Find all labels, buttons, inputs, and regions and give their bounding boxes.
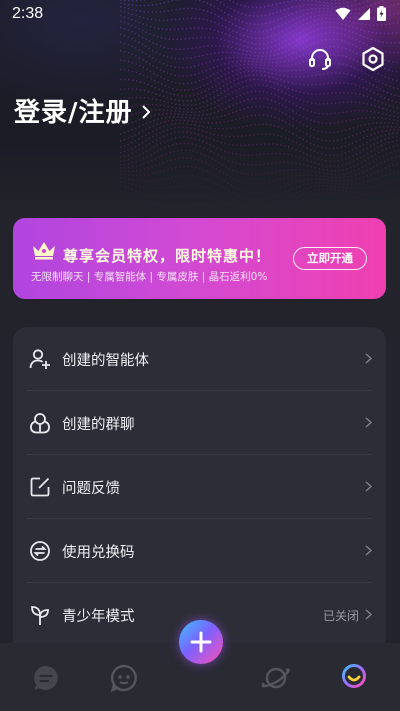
exchange-icon (30, 541, 50, 561)
menu-item-created-groups[interactable]: 创建的群聊 (13, 391, 386, 455)
chevron-right-icon (365, 481, 372, 492)
battery-icon (377, 6, 386, 21)
vip-title: 尊享会员特权，限时特惠中！ (63, 247, 272, 265)
settings-icon[interactable] (360, 46, 386, 72)
tab-me-icon[interactable] (339, 663, 369, 693)
add-person-icon (29, 349, 50, 369)
feedback-edit-icon (30, 477, 50, 497)
tab-planet-icon[interactable] (261, 663, 291, 693)
chevron-right-icon (365, 545, 372, 556)
wifi-icon (335, 7, 351, 20)
group-icon (30, 413, 50, 434)
menu-item-created-agents[interactable]: 创建的智能体 (13, 327, 386, 391)
menu-item-label: 青少年模式 (62, 609, 135, 625)
signal-icon (358, 7, 370, 20)
teen-mode-status: 已关闭 (322, 609, 359, 623)
crown-icon (33, 242, 55, 260)
chevron-right-icon (365, 417, 372, 428)
menu-item-label: 使用兑换码 (62, 545, 135, 561)
menu-item-redeem-code[interactable]: 使用兑换码 (13, 519, 386, 583)
sprout-icon (31, 606, 49, 625)
menu-item-label: 创建的群聊 (62, 417, 135, 433)
tab-chat-icon[interactable] (31, 663, 61, 693)
customer-service-icon[interactable] (307, 46, 333, 72)
menu-item-label: 问题反馈 (62, 481, 120, 497)
menu-item-label: 创建的智能体 (62, 353, 149, 369)
plus-icon (190, 631, 212, 653)
vip-banner[interactable]: 尊享会员特权，限时特惠中！ 无限制聊天 | 专属智能体 | 专属皮肤 | 晶石返… (13, 218, 386, 299)
chevron-right-icon (365, 609, 372, 620)
tab-discover-icon[interactable] (109, 663, 139, 693)
create-fab-button[interactable] (179, 620, 223, 664)
status-bar: 2:38 (0, 0, 400, 28)
status-time: 2:38 (12, 5, 44, 22)
activate-now-button[interactable]: 立即开通 (293, 247, 367, 270)
menu-item-feedback[interactable]: 问题反馈 (13, 455, 386, 519)
chevron-right-icon (365, 353, 372, 364)
wave-line (119, 105, 400, 135)
wave-line (119, 97, 400, 128)
chevron-right-icon (141, 104, 150, 119)
wave-line (119, 62, 400, 92)
vip-description: 无限制聊天 | 专属智能体 | 专属皮肤 | 晶石返利0% (31, 271, 268, 283)
login-register-link[interactable]: 登录/注册 (14, 92, 151, 129)
login-register-label: 登录/注册 (14, 98, 133, 128)
wave-line (119, 32, 400, 60)
wave-line (119, 90, 400, 119)
settings-menu: 创建的智能体 创建的群聊 问题反馈 使用兑换码 青少年模式 已关闭 (13, 327, 386, 657)
